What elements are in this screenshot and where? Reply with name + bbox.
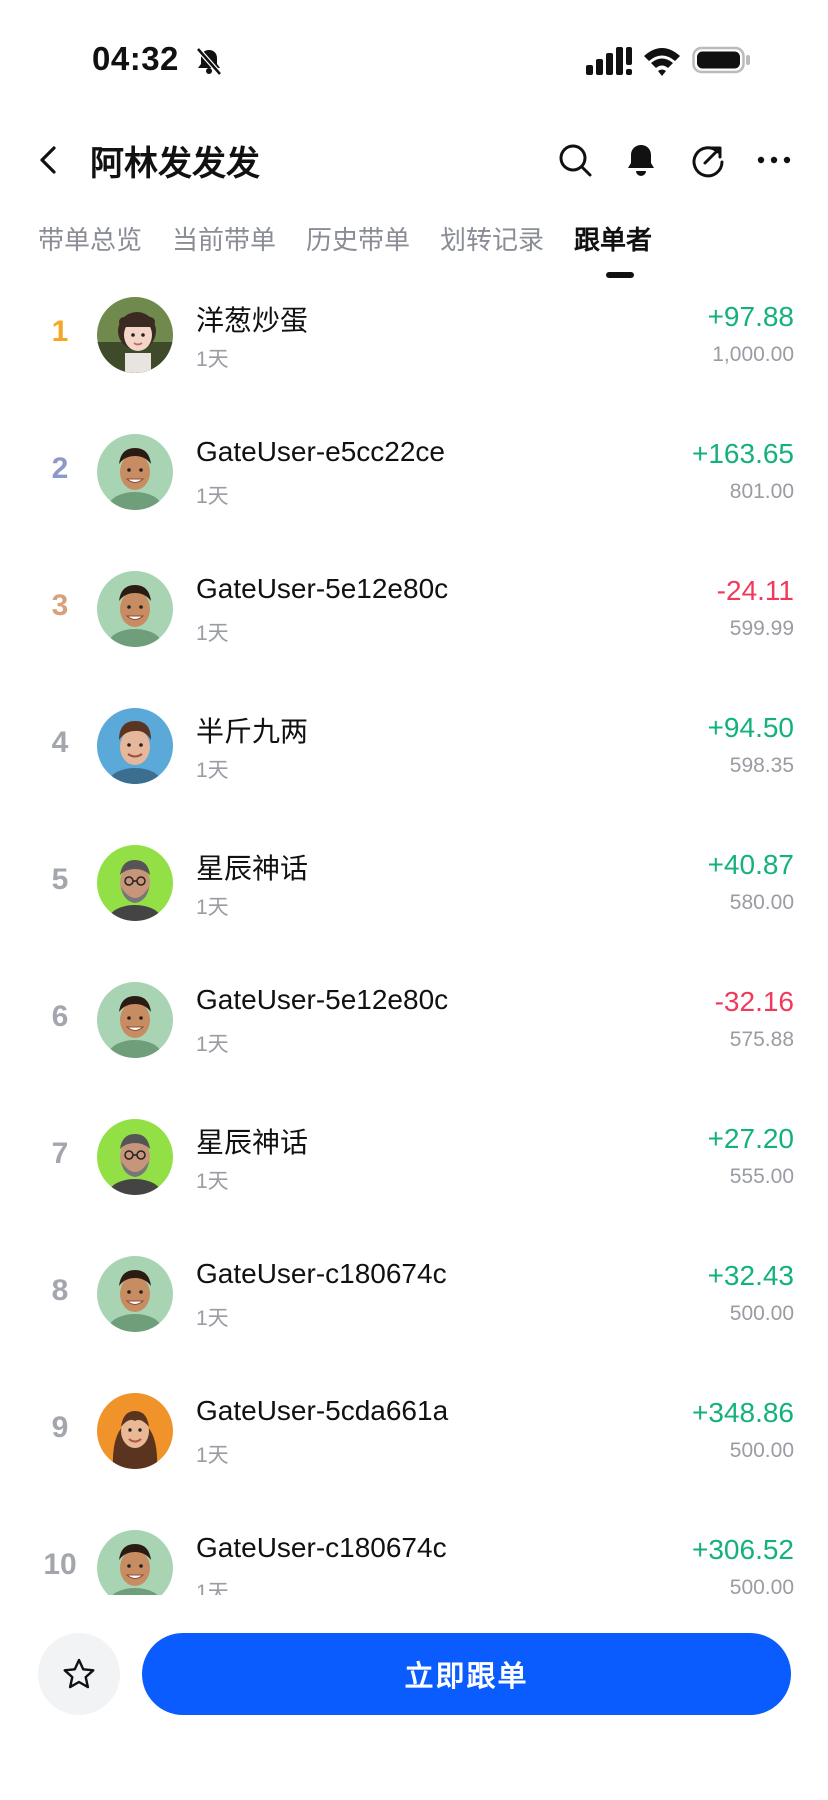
follower-pnl: +94.50 xyxy=(707,712,794,743)
tab-transfer-records[interactable]: 划转记录 xyxy=(440,220,544,257)
bell-mute-icon xyxy=(196,47,222,76)
avatar[interactable] xyxy=(97,434,173,510)
follower-row[interactable]: 2 GateUser-e5cc22ce 1天 +163.65 801.00 xyxy=(0,422,828,559)
follower-row[interactable]: 1 洋葱炒蛋 1天 +97.88 1,000.00 xyxy=(0,285,828,422)
follower-pnl: +32.43 xyxy=(707,1260,794,1291)
follow-duration: 1天 xyxy=(196,759,229,782)
follow-amount: 598.35 xyxy=(729,754,794,777)
follower-name: 星辰神话 xyxy=(196,1127,309,1158)
follow-duration: 1天 xyxy=(196,1033,229,1056)
tab-followers[interactable]: 跟单者 xyxy=(574,220,652,257)
follow-duration: 1天 xyxy=(196,1170,229,1193)
status-bar: 04:32 xyxy=(0,0,828,120)
rank-number: 5 xyxy=(51,863,69,896)
follower-row[interactable]: 3 GateUser-5e12e80c 1天 -24.11 599.99 xyxy=(0,559,828,696)
follower-name: GateUser-5e12e80c xyxy=(196,984,449,1015)
rank-number: 7 xyxy=(51,1137,69,1170)
follow-duration: 1天 xyxy=(196,485,229,508)
follower-name: GateUser-e5cc22ce xyxy=(196,436,446,467)
tab-current-orders[interactable]: 当前带单 xyxy=(172,220,276,257)
search-icon[interactable] xyxy=(555,140,595,180)
follow-amount: 580.00 xyxy=(729,891,794,914)
status-time: 04:32 xyxy=(92,40,179,77)
bottom-action-bar: 立即跟单 xyxy=(0,1595,828,1800)
follower-pnl: +27.20 xyxy=(707,1123,794,1154)
avatar[interactable] xyxy=(97,1530,173,1595)
follower-pnl: +348.86 xyxy=(692,1397,794,1428)
avatar[interactable] xyxy=(97,982,173,1058)
follow-duration: 1天 xyxy=(196,622,229,645)
follow-amount: 555.00 xyxy=(729,1165,794,1188)
rank-number: 10 xyxy=(43,1548,77,1581)
rank-number: 3 xyxy=(51,589,69,622)
follow-amount: 500.00 xyxy=(729,1439,794,1462)
active-tab-indicator xyxy=(606,272,634,278)
follow-amount: 500.00 xyxy=(729,1576,794,1595)
follower-name: GateUser-c180674c xyxy=(196,1258,447,1289)
follower-row[interactable]: 6 GateUser-5e12e80c 1天 -32.16 575.88 xyxy=(0,970,828,1107)
battery-icon xyxy=(692,46,750,74)
follower-name: GateUser-5cda661a xyxy=(196,1395,449,1426)
follower-pnl: +97.88 xyxy=(707,301,794,332)
avatar[interactable] xyxy=(97,1119,173,1195)
rank-number: 4 xyxy=(51,726,69,759)
follower-name: 星辰神话 xyxy=(196,853,309,884)
follower-name: 洋葱炒蛋 xyxy=(196,305,309,336)
rank-number: 1 xyxy=(51,315,69,348)
follow-amount: 599.99 xyxy=(729,617,794,640)
rank-number: 6 xyxy=(51,1000,69,1033)
back-arrow-icon[interactable] xyxy=(30,140,70,180)
rank-number: 8 xyxy=(51,1274,69,1307)
follower-row[interactable]: 10 GateUser-c180674c 1天 +306.52 500.00 xyxy=(0,1518,828,1595)
follower-pnl: +163.65 xyxy=(692,438,794,469)
follow-now-button[interactable]: 立即跟单 xyxy=(142,1633,791,1715)
avatar[interactable] xyxy=(97,708,173,784)
follow-duration: 1天 xyxy=(196,348,229,371)
follower-row[interactable]: 8 GateUser-c180674c 1天 +32.43 500.00 xyxy=(0,1244,828,1381)
rank-number: 9 xyxy=(51,1411,69,1444)
tab-bar: 带单总览 当前带单 历史带单 划转记录 跟单者 xyxy=(0,212,828,278)
avatar[interactable] xyxy=(97,845,173,921)
follow-amount: 500.00 xyxy=(729,1302,794,1325)
page-title: 阿林发发发 xyxy=(90,145,260,183)
tab-overview[interactable]: 带单总览 xyxy=(38,220,142,257)
rank-number: 2 xyxy=(51,452,69,485)
follower-pnl: +306.52 xyxy=(692,1534,794,1565)
avatar[interactable] xyxy=(97,571,173,647)
share-icon[interactable] xyxy=(688,140,728,180)
app-header: 阿林发发发 xyxy=(0,120,828,200)
favorite-button[interactable] xyxy=(38,1633,120,1715)
avatar[interactable] xyxy=(97,1393,173,1469)
avatar[interactable] xyxy=(97,1256,173,1332)
follower-row[interactable]: 7 星辰神话 1天 +27.20 555.00 xyxy=(0,1107,828,1244)
follower-row[interactable]: 4 半斤九两 1天 +94.50 598.35 xyxy=(0,696,828,833)
follower-name: 半斤九两 xyxy=(196,716,309,747)
follower-name: GateUser-c180674c xyxy=(196,1532,447,1563)
notification-bell-icon[interactable] xyxy=(621,140,661,180)
tab-history-orders[interactable]: 历史带单 xyxy=(306,220,410,257)
follow-duration: 1天 xyxy=(196,896,229,919)
avatar[interactable] xyxy=(97,297,173,373)
follower-pnl: -24.11 xyxy=(716,575,794,606)
wifi-icon xyxy=(644,48,680,76)
follow-duration: 1天 xyxy=(196,1444,229,1467)
follower-list[interactable]: 1 洋葱炒蛋 1天 +97.88 1,000.00 2 GateUser-e5cc22ce 1… xyxy=(0,285,828,1595)
follower-row[interactable]: 9 GateUser-5cda661a 1天 +348.86 500.00 xyxy=(0,1381,828,1518)
follower-name: GateUser-5e12e80c xyxy=(196,573,449,604)
follow-amount: 1,000.00 xyxy=(712,343,794,366)
more-icon[interactable] xyxy=(754,140,794,180)
follow-duration: 1天 xyxy=(196,1307,229,1330)
follower-pnl: +40.87 xyxy=(707,849,794,880)
follow-amount: 801.00 xyxy=(729,480,794,503)
follow-amount: 575.88 xyxy=(729,1028,794,1051)
star-icon xyxy=(63,1658,95,1689)
follower-pnl: -32.16 xyxy=(714,986,794,1017)
follower-row[interactable]: 5 星辰神话 1天 +40.87 580.00 xyxy=(0,833,828,970)
follow-duration: 1天 xyxy=(196,1581,229,1595)
